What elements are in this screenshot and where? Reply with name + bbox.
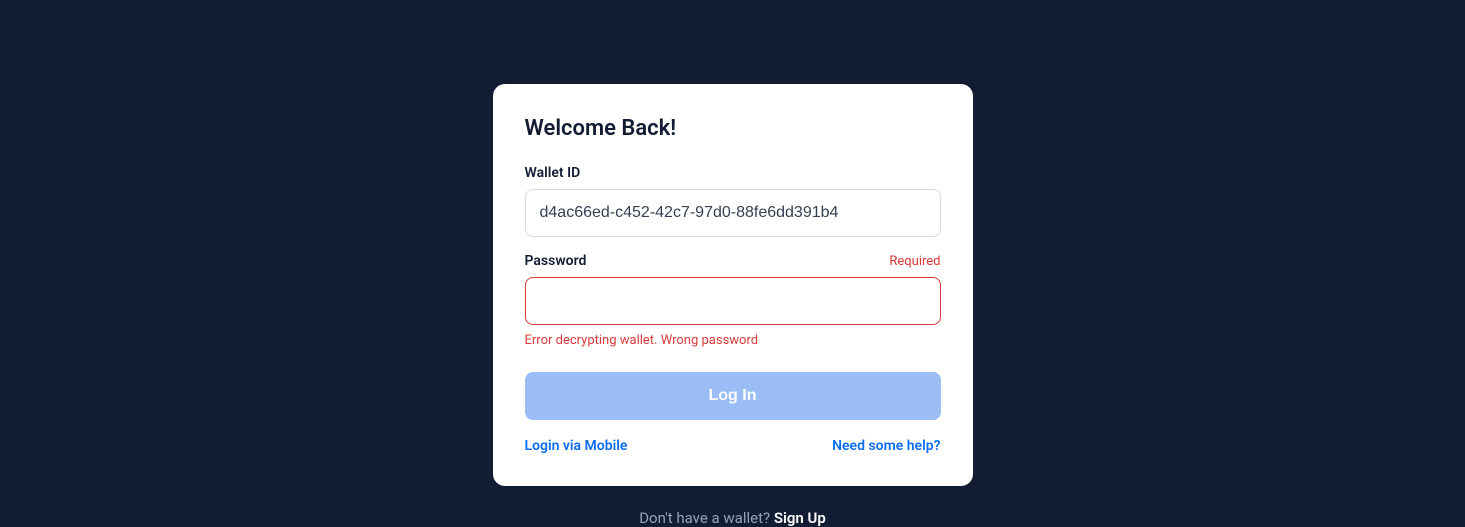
login-card: Welcome Back! Wallet ID Password Require… <box>493 84 973 486</box>
password-input[interactable] <box>525 277 941 325</box>
signup-link[interactable]: Sign Up <box>774 509 826 527</box>
wallet-id-label: Wallet ID <box>525 165 581 181</box>
login-via-mobile-link[interactable]: Login via Mobile <box>525 438 628 454</box>
signup-prompt: Don't have a wallet? <box>639 509 774 527</box>
footer-links: Login via Mobile Need some help? <box>525 438 941 454</box>
signup-row: Don't have a wallet? Sign Up <box>639 508 826 527</box>
wallet-id-group: Wallet ID <box>525 165 941 237</box>
password-label: Password <box>525 253 587 269</box>
wallet-id-input[interactable] <box>525 189 941 237</box>
login-button[interactable]: Log In <box>525 372 941 420</box>
password-error-message: Error decrypting wallet. Wrong password <box>525 333 941 348</box>
required-indicator: Required <box>889 254 940 269</box>
card-title: Welcome Back! <box>525 116 941 141</box>
need-help-link[interactable]: Need some help? <box>832 438 940 454</box>
password-group: Password Required Error decrypting walle… <box>525 253 941 348</box>
password-label-row: Password Required <box>525 253 941 269</box>
wallet-id-label-row: Wallet ID <box>525 165 941 181</box>
